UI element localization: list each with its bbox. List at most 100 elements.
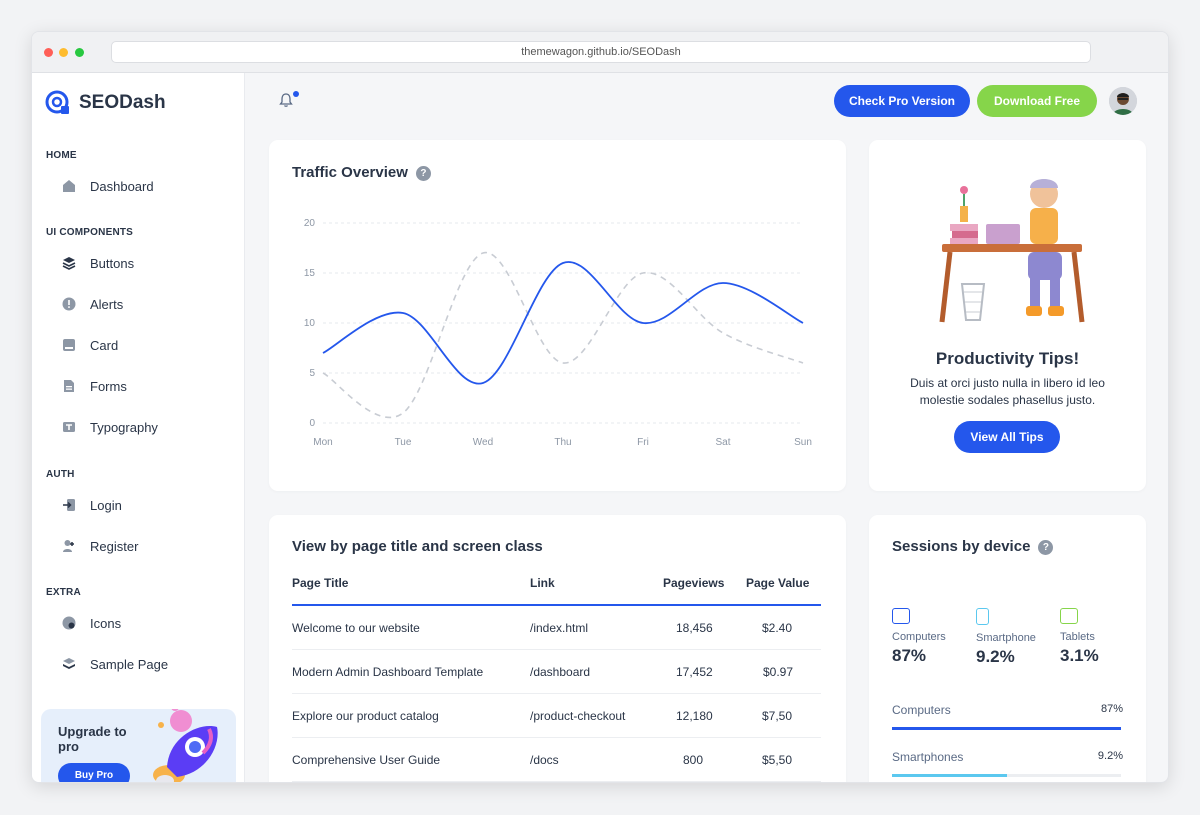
cell-link[interactable]: /index.html bbox=[530, 621, 588, 635]
traffic-overview-card: Traffic Overview? 0 5 10 15 20 Mon Tue Wed Thu Fr… bbox=[269, 140, 846, 491]
x-tick-label: Fri bbox=[637, 437, 649, 448]
avatar[interactable] bbox=[1109, 87, 1137, 115]
sidebar-item-label: Register bbox=[90, 538, 139, 554]
column-header-page-title: Page Title bbox=[292, 576, 349, 590]
sidebar-item-typography[interactable]: Typography bbox=[62, 415, 232, 439]
buy-pro-button[interactable]: Buy Pro bbox=[58, 763, 130, 782]
series-line-1 bbox=[322, 252, 804, 419]
device-value: 3.1% bbox=[1060, 646, 1099, 665]
layers-icon bbox=[62, 256, 76, 270]
sessions-title-text: Sessions by device bbox=[892, 538, 1031, 555]
typography-icon bbox=[62, 420, 76, 434]
browser-titlebar: themewagon.github.io/SEODash bbox=[32, 32, 1168, 73]
stack-icon bbox=[62, 657, 76, 671]
browser-window: themewagon.github.io/SEODash SEODash HOM… bbox=[31, 31, 1169, 783]
progress-bar-computers bbox=[892, 727, 1121, 730]
y-tick-label: 0 bbox=[309, 418, 315, 429]
sessions-by-device-card: Sessions by device? Computers 87% Smartp… bbox=[869, 515, 1146, 782]
sidebar-item-login[interactable]: Login bbox=[62, 493, 232, 517]
cell-page-title: Welcome to our website bbox=[292, 621, 420, 635]
cell-pageviews: 800 bbox=[683, 753, 704, 767]
user-plus-icon bbox=[62, 539, 76, 553]
y-tick-label: 5 bbox=[309, 368, 315, 379]
bar-label-smartphones: Smartphones bbox=[892, 750, 964, 764]
sidebar-item-alerts[interactable]: Alerts bbox=[62, 292, 232, 316]
check-pro-version-button[interactable]: Check Pro Version bbox=[834, 85, 970, 117]
file-icon bbox=[62, 379, 76, 393]
bar-label-computers: Computers bbox=[892, 703, 951, 717]
sidebar-item-sample-page[interactable]: Sample Page bbox=[62, 652, 232, 676]
sidebar-item-icons[interactable]: Icons bbox=[62, 611, 232, 635]
table-row[interactable]: Explore our product catalog /product-che… bbox=[292, 694, 821, 738]
x-tick-label: Thu bbox=[554, 437, 571, 448]
brand-name: SEODash bbox=[79, 92, 166, 113]
sidebar-item-label: Dashboard bbox=[90, 178, 154, 194]
cell-link[interactable]: /dashboard bbox=[530, 665, 590, 679]
login-icon bbox=[62, 498, 76, 512]
sidebar-item-label: Typography bbox=[90, 419, 158, 435]
nav-section-auth: AUTH bbox=[46, 469, 75, 480]
table-row[interactable]: Comprehensive User Guide /docs 800 $5,50 bbox=[292, 738, 821, 782]
y-tick-label: 15 bbox=[304, 268, 316, 279]
desk-illustration bbox=[939, 179, 1085, 323]
tips-text: Duis at orci justo nulla in libero id le… bbox=[910, 376, 1105, 407]
notification-dot bbox=[293, 91, 299, 97]
cell-page-title: Comprehensive User Guide bbox=[292, 753, 441, 767]
device-value: 9.2% bbox=[976, 647, 1015, 666]
column-header-page-value: Page Value bbox=[746, 576, 810, 590]
cell-page-value: $7,50 bbox=[762, 709, 793, 723]
close-window-button[interactable] bbox=[44, 48, 53, 57]
progress-fill-computers bbox=[892, 727, 1121, 730]
x-tick-label: Wed bbox=[473, 437, 493, 448]
sidebar-item-register[interactable]: Register bbox=[62, 534, 232, 558]
nav-section-extra: EXTRA bbox=[46, 587, 81, 598]
download-free-button[interactable]: Download Free bbox=[977, 85, 1097, 117]
cell-page-title: Modern Admin Dashboard Template bbox=[292, 665, 484, 679]
sidebar-item-label: Login bbox=[90, 497, 122, 513]
minimize-window-button[interactable] bbox=[59, 48, 68, 57]
sidebar-item-label: Buttons bbox=[90, 255, 135, 271]
traffic-line-chart: 0 5 10 15 20 Mon Tue Wed Thu Fri Sat Sun bbox=[304, 218, 812, 448]
brand-logo[interactable]: SEODash bbox=[45, 90, 166, 116]
tips-title: Productivity Tips! bbox=[935, 349, 1080, 368]
device-value: 87% bbox=[892, 646, 927, 665]
sidebar-item-forms[interactable]: Forms bbox=[62, 374, 232, 398]
y-tick-label: 20 bbox=[304, 218, 316, 229]
column-header-pageviews: Pageviews bbox=[663, 576, 725, 590]
cell-link[interactable]: /product-checkout bbox=[530, 709, 625, 723]
device-smartphone: Smartphone 9.2% bbox=[976, 608, 1056, 667]
bell-icon[interactable] bbox=[278, 92, 294, 108]
productivity-tips-card: Productivity Tips! Duis at orci justo nu… bbox=[869, 140, 1146, 491]
y-tick-label: 10 bbox=[304, 318, 316, 329]
home-icon bbox=[62, 179, 76, 193]
maximize-window-button[interactable] bbox=[75, 48, 84, 57]
sidebar-item-dashboard[interactable]: Dashboard bbox=[62, 174, 232, 198]
x-tick-label: Tue bbox=[395, 437, 412, 448]
alert-icon bbox=[62, 297, 76, 311]
page-title-table-card: View by page title and screen class Page… bbox=[269, 515, 846, 782]
computer-icon bbox=[892, 608, 910, 624]
nav-section-ui-components: UI COMPONENTS bbox=[46, 227, 134, 238]
rocket-illustration bbox=[153, 709, 218, 782]
view-all-tips-button[interactable]: View All Tips bbox=[954, 421, 1060, 453]
sidebar-item-label: Alerts bbox=[90, 296, 124, 312]
table-row[interactable]: Welcome to our website /index.html 18,45… bbox=[292, 606, 821, 650]
sidebar-item-label: Card bbox=[90, 337, 119, 353]
sidebar-item-card[interactable]: Card bbox=[62, 333, 232, 357]
sidebar: SEODash HOME Dashboard UI COMPONENTS But… bbox=[32, 73, 245, 782]
column-header-link: Link bbox=[530, 576, 555, 590]
sidebar-item-label: Icons bbox=[90, 615, 122, 631]
device-label: Smartphone bbox=[976, 632, 1036, 644]
cell-page-value: $2.40 bbox=[762, 621, 793, 635]
cell-pageviews: 12,180 bbox=[676, 709, 713, 723]
progress-bar-smartphones bbox=[892, 774, 1121, 777]
sessions-title: Sessions by device? bbox=[892, 538, 1054, 555]
cell-pageviews: 18,456 bbox=[676, 621, 713, 635]
table-row[interactable]: Modern Admin Dashboard Template /dashboa… bbox=[292, 650, 821, 694]
sidebar-item-label: Sample Page bbox=[90, 656, 169, 672]
sidebar-item-buttons[interactable]: Buttons bbox=[62, 251, 232, 275]
device-tablets: Tablets 3.1% bbox=[1060, 608, 1140, 666]
help-icon[interactable]: ? bbox=[1038, 540, 1054, 555]
cell-link[interactable]: /docs bbox=[530, 753, 559, 767]
address-bar[interactable]: themewagon.github.io/SEODash bbox=[111, 41, 1091, 63]
